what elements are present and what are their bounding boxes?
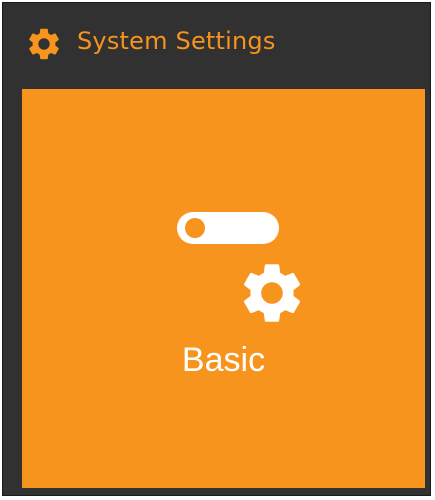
basic-settings-tile[interactable]: Basic — [22, 89, 425, 488]
panel-title: System Settings — [77, 27, 276, 55]
panel-header: System Settings — [3, 3, 430, 87]
gear-icon — [243, 264, 301, 322]
tile-label: Basic — [181, 341, 266, 379]
toggle-switch-icon — [177, 212, 279, 244]
gear-icon — [29, 28, 59, 60]
system-settings-panel: System Settings Basic — [2, 2, 431, 496]
